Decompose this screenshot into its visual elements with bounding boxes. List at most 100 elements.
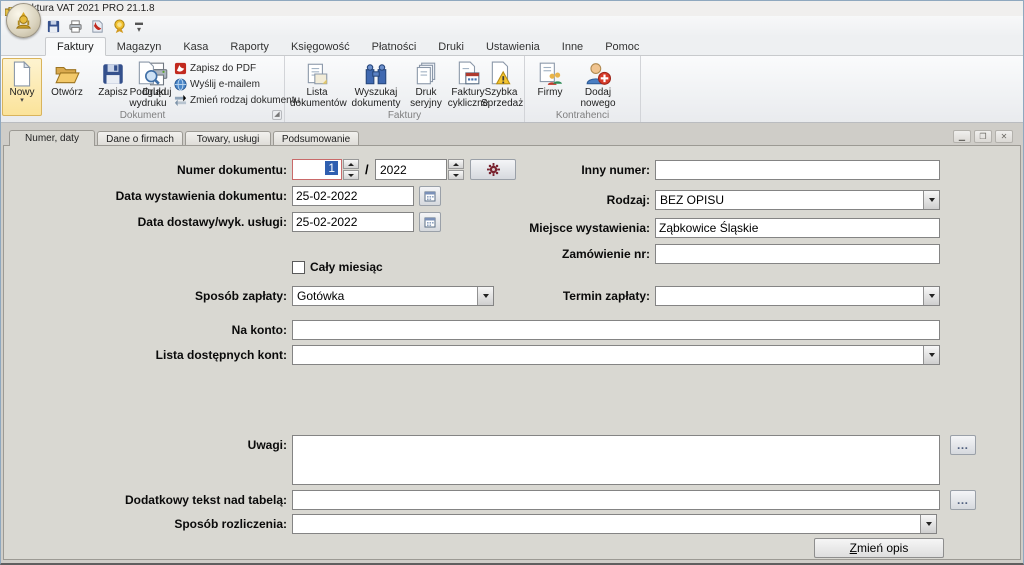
uwagi-textarea[interactable]: [292, 435, 940, 485]
license-badge-icon[interactable]: [111, 18, 128, 34]
label-rodzaj: Rodzaj:: [520, 190, 650, 210]
label-numer-dokumentu: Numer dokumentu:: [62, 160, 287, 180]
restore-icon[interactable]: ❐: [974, 130, 992, 143]
numer-value: 1: [325, 161, 338, 175]
ribbon-tab-ustawienia[interactable]: Ustawienia: [475, 38, 551, 55]
podglad-label: Podgląd wydruku: [123, 87, 173, 109]
ribbon-tab-kasa[interactable]: Kasa: [172, 38, 219, 55]
szybka-sprzedaz-label: Szybka Sprzedaż: [481, 87, 521, 109]
quick-sale-icon: [481, 59, 521, 87]
tab-towary-uslugi[interactable]: Towary, usługi: [185, 131, 271, 146]
title-bar: Faktura VAT 2021 PRO 21.1.8: [1, 1, 1023, 16]
rok-spin-buttons[interactable]: [448, 159, 464, 180]
numer-dokumentu-spinner[interactable]: 1: [292, 159, 359, 180]
group-label-kontrahenci: Kontrahenci: [525, 110, 640, 121]
label-uwagi: Uwagi:: [62, 435, 287, 455]
label-data-wystawienia: Data wystawienia dokumentu:: [62, 186, 287, 206]
ribbon-tab-druki[interactable]: Druki: [427, 38, 475, 55]
ribbon-tab-bar: Faktury Magazyn Kasa Raporty Księgowość …: [1, 37, 1023, 56]
sposob-rozliczenia-combobox[interactable]: [292, 514, 937, 534]
change-type-icon: [174, 94, 187, 107]
ribbon-group-faktury: Lista dokumentów Wyszukaj dokumenty Druk…: [285, 56, 525, 122]
rodzaj-combobox[interactable]: BEZ OPISU: [655, 190, 940, 210]
ribbon-tab-raporty[interactable]: Raporty: [219, 38, 280, 55]
document-tab-strip: Numer, daty Dane o firmach Towary, usług…: [3, 129, 1021, 146]
lista-kont-combobox[interactable]: [292, 345, 940, 365]
application-menu-button[interactable]: [6, 3, 41, 38]
label-data-dostawy: Data dostawy/wyk. usługi:: [62, 212, 287, 232]
label-termin-zaplaty: Termin zapłaty:: [520, 286, 650, 306]
inny-numer-input[interactable]: [655, 160, 940, 180]
chevron-down-icon[interactable]: [477, 287, 493, 305]
pdf-export-icon[interactable]: [89, 18, 106, 34]
data-wystawienia-input[interactable]: [292, 186, 414, 206]
tab-podsumowanie[interactable]: Podsumowanie: [273, 131, 359, 146]
binoculars-icon: [348, 59, 404, 87]
druk-seryjny-button[interactable]: Druk seryjny: [407, 58, 445, 116]
label-dodatkowy-tekst: Dodatkowy tekst nad tabelą:: [62, 490, 287, 510]
window-title: Faktura VAT 2021 PRO 21.1.8: [20, 3, 155, 14]
numeracja-button[interactable]: [470, 159, 516, 180]
add-person-icon: [574, 59, 622, 87]
dialog-launcher-icon[interactable]: ◢: [272, 110, 282, 120]
calendar-icon: [424, 216, 436, 228]
data-wystawienia-calendar-button[interactable]: [419, 186, 441, 206]
lista-dokumentow-label: Lista dokumentów: [290, 87, 344, 109]
firmy-button[interactable]: Firmy: [529, 58, 571, 116]
data-dostawy-input[interactable]: [292, 212, 414, 232]
dodatkowy-tekst-more-button[interactable]: …: [950, 490, 976, 510]
termin-zaplaty-combobox[interactable]: [655, 286, 940, 306]
podglad-wydruku-button[interactable]: Podgląd wydruku: [122, 58, 174, 116]
chevron-down-icon[interactable]: [923, 346, 939, 364]
calendar-icon: [424, 190, 436, 202]
wyszukaj-dokumenty-label: Wyszukaj dokumenty: [348, 87, 404, 109]
szybka-sprzedaz-button[interactable]: Szybka Sprzedaż: [480, 58, 522, 116]
firmy-label: Firmy: [530, 87, 570, 98]
chevron-down-icon: ▾: [3, 98, 41, 104]
ribbon-tab-platnosci[interactable]: Płatności: [361, 38, 428, 55]
otworz-button[interactable]: Otwórz: [44, 58, 90, 116]
document-stack-icon: [408, 59, 444, 87]
print-icon[interactable]: [67, 18, 84, 34]
caly-miesiac-checkbox[interactable]: [292, 261, 305, 274]
ribbon-tab-inne[interactable]: Inne: [551, 38, 594, 55]
chevron-down-icon[interactable]: [923, 287, 939, 305]
zmien-rodzaj-button[interactable]: Zmień rodzaj dokumentu: [174, 93, 282, 108]
label-lista-kont: Lista dostępnych kont:: [62, 345, 287, 365]
save-icon[interactable]: [45, 18, 62, 34]
chevron-down-icon[interactable]: [923, 191, 939, 209]
wyslij-email-button[interactable]: Wyślij e-mailem: [174, 77, 282, 92]
na-konto-input[interactable]: [292, 320, 940, 340]
label-inny-numer: Inny numer:: [520, 160, 650, 180]
druk-seryjny-label: Druk seryjny: [408, 87, 444, 109]
zmien-opis-button[interactable]: Zmień opis: [814, 538, 944, 558]
numer-spin-buttons[interactable]: [343, 159, 359, 180]
minimize-icon[interactable]: ▁: [953, 130, 971, 143]
sposob-zaplaty-combobox[interactable]: Gotówka: [292, 286, 494, 306]
zapisz-do-pdf-button[interactable]: Zapisz do PDF: [174, 61, 282, 76]
uwagi-more-button[interactable]: …: [950, 435, 976, 455]
zamowienie-nr-input[interactable]: [655, 244, 940, 264]
rok-value[interactable]: [375, 159, 447, 180]
miejsce-wystawienia-input[interactable]: [655, 218, 940, 238]
mdi-window-buttons: ▁ ❐ ✕: [953, 130, 1013, 143]
dodatkowy-tekst-input[interactable]: [292, 490, 940, 510]
wyszukaj-dokumenty-button[interactable]: Wyszukaj dokumenty: [347, 58, 405, 116]
chevron-down-icon[interactable]: [920, 515, 936, 533]
wyslij-email-label: Wyślij e-mailem: [190, 79, 260, 90]
ribbon-tab-faktury[interactable]: Faktury: [45, 37, 106, 56]
tab-dane-o-firmach[interactable]: Dane o firmach: [97, 131, 183, 146]
nowy-button[interactable]: Nowy ▾: [2, 58, 42, 116]
rok-spinner[interactable]: [375, 159, 464, 180]
qat-customize-icon[interactable]: ▬▾: [133, 19, 145, 33]
tab-numer-daty[interactable]: Numer, daty: [9, 130, 95, 146]
ribbon-tab-ksiegowosc[interactable]: Księgowość: [280, 38, 361, 55]
dodaj-nowego-button[interactable]: Dodaj nowego: [573, 58, 623, 116]
data-dostawy-calendar-button[interactable]: [419, 212, 441, 232]
close-icon[interactable]: ✕: [995, 130, 1013, 143]
ribbon-tab-magazyn[interactable]: Magazyn: [106, 38, 173, 55]
lista-dokumentow-button[interactable]: Lista dokumentów: [289, 58, 345, 116]
ribbon-tab-pomoc[interactable]: Pomoc: [594, 38, 650, 55]
invoice-form: Numer dokumentu: 1 / Inny numer: Data wy…: [3, 145, 1021, 560]
open-folder-icon: [45, 59, 89, 87]
